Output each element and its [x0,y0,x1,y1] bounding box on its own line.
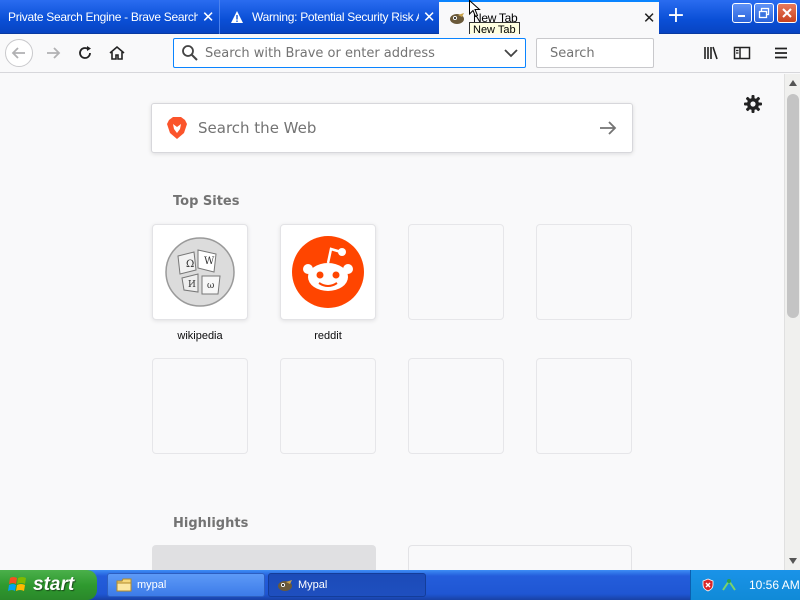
svg-text:Ω: Ω [186,259,194,270]
restore-button[interactable] [754,3,774,23]
tab-title: Private Search Engine - Brave Search [8,10,198,24]
tab-brave-search[interactable]: Private Search Engine - Brave Search ✕ [0,0,218,34]
svg-text:ω: ω [207,281,214,291]
svg-text:И: И [188,280,196,290]
web-search-input[interactable] [198,119,598,137]
page-settings-button[interactable] [743,94,763,114]
back-arrow-icon [11,47,25,59]
library-icon [704,46,718,60]
search-bar[interactable] [536,38,720,68]
arrow-right-icon[interactable] [598,120,618,136]
windows-taskbar: start mypal Mypal 10:56 AM [0,570,800,600]
svg-text:W: W [204,256,215,267]
top-site-empty-slot[interactable] [408,358,504,454]
new-tab-button[interactable]: + [664,5,688,29]
close-icon [782,8,792,18]
top-sites-heading: Top Sites [173,194,240,209]
highlight-card[interactable] [152,545,376,570]
windows-logo-icon [8,577,26,591]
network-icon[interactable] [721,578,737,592]
tab-close-icon[interactable]: ✕ [419,8,439,26]
sidebar-icon [733,46,751,60]
top-site-label: wikipedia [177,330,223,342]
top-site-empty-slot[interactable] [152,358,248,454]
warning-icon [231,11,243,23]
close-window-button[interactable] [777,3,797,23]
mypal-icon [450,13,464,24]
highlights-heading: Highlights [173,516,249,531]
wikipedia-globe-icon: Ω W И ω [165,237,235,307]
mypal-icon [278,580,292,591]
back-button[interactable] [5,39,33,67]
home-icon [109,45,125,60]
hamburger-menu-button[interactable] [767,39,795,67]
system-tray: 10:56 AM [690,570,800,600]
address-input[interactable] [205,45,504,61]
highlight-card[interactable] [408,545,632,570]
tab-security-warning[interactable]: Warning: Potential Security Risk Ahead ✕ [219,0,439,34]
mouse-cursor-icon [469,0,481,18]
search-input[interactable] [550,45,720,61]
new-tab-page: Top Sites Ω W И ω wikipedia [0,74,784,570]
reload-icon [79,46,91,59]
tab-bar: Private Search Engine - Brave Search ✕ W… [0,0,800,34]
start-button[interactable]: start [0,570,97,600]
top-site-empty-slot[interactable] [536,224,632,320]
scroll-down-button[interactable] [786,553,800,569]
top-site-empty-slot[interactable] [408,224,504,320]
folder-icon [116,578,132,592]
scrollbar-thumb[interactable] [787,94,799,318]
scroll-up-button[interactable] [786,75,800,91]
minimize-button[interactable] [732,3,752,23]
address-bar[interactable] [173,38,526,68]
top-site-tile-wikipedia[interactable]: Ω W И ω [152,224,248,320]
hamburger-menu-icon [775,47,787,59]
security-alert-icon[interactable] [701,578,715,592]
reddit-icon [292,236,364,308]
search-icon [182,45,198,61]
chevron-down-icon[interactable] [504,48,518,58]
top-site-empty-slot[interactable] [280,358,376,454]
web-search-box[interactable] [151,103,633,153]
browser-window: Private Search Engine - Brave Search ✕ W… [0,0,800,600]
home-button[interactable] [103,39,131,67]
clock: 10:56 AM [749,578,800,592]
minimize-icon [738,15,745,17]
taskbar-item-label: Mypal [298,579,328,591]
tab-close-icon[interactable]: ✕ [198,8,218,26]
top-site-label: reddit [314,330,342,342]
triangle-up-icon [789,80,797,86]
taskbar-item-mypal-app[interactable]: Mypal [268,573,426,597]
forward-button[interactable] [39,39,67,67]
taskbar-item-mypal-folder[interactable]: mypal [107,573,265,597]
forward-arrow-icon [47,47,61,59]
top-site-tile-reddit[interactable] [280,224,376,320]
tab-close-icon[interactable]: ✕ [639,9,659,27]
brave-logo-icon [167,117,187,139]
tab-title: Warning: Potential Security Risk Ahead [252,10,419,24]
navigation-toolbar [0,34,800,73]
sidebar-button[interactable] [728,39,756,67]
gear-icon [744,95,762,113]
library-button[interactable] [697,39,725,67]
top-site-empty-slot[interactable] [536,358,632,454]
vertical-scrollbar[interactable] [784,74,800,570]
start-label: start [33,574,75,595]
restore-icon [758,7,770,19]
taskbar-item-label: mypal [137,579,167,591]
reload-button[interactable] [71,39,99,67]
triangle-down-icon [789,558,797,564]
